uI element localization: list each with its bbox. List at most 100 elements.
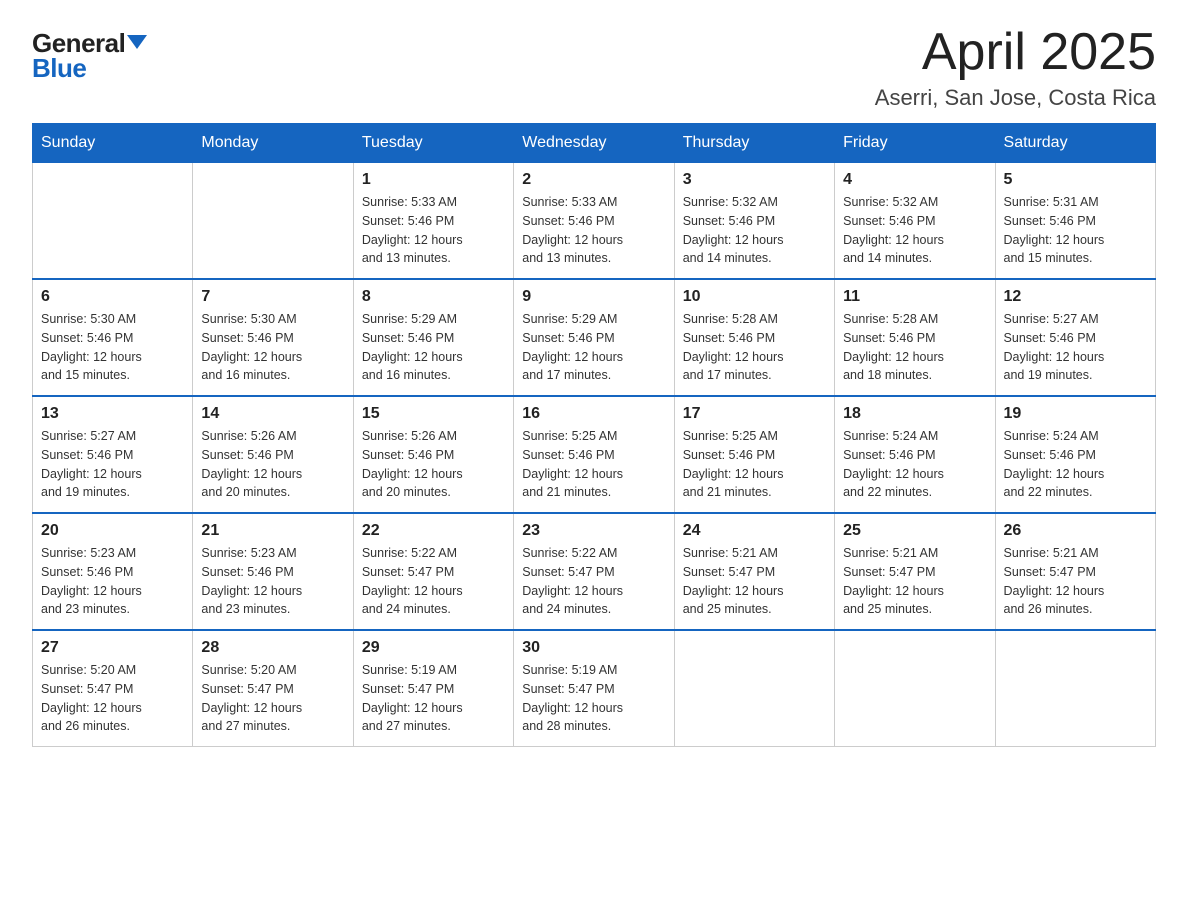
- logo-blue-text: Blue: [32, 53, 86, 84]
- day-info: Sunrise: 5:27 AM Sunset: 5:46 PM Dayligh…: [41, 427, 184, 502]
- day-info: Sunrise: 5:33 AM Sunset: 5:46 PM Dayligh…: [362, 193, 505, 268]
- calendar-cell: 12 Sunrise: 5:27 AM Sunset: 5:46 PM Dayli…: [995, 279, 1155, 396]
- day-number: 22: [362, 522, 505, 540]
- day-number: 14: [201, 405, 344, 423]
- day-number: 5: [1004, 171, 1147, 189]
- week-row-3: 13 Sunrise: 5:27 AM Sunset: 5:46 PM Dayli…: [33, 396, 1156, 513]
- calendar-cell: 25 Sunrise: 5:21 AM Sunset: 5:47 PM Dayli…: [835, 513, 995, 630]
- calendar-cell: 14 Sunrise: 5:26 AM Sunset: 5:46 PM Dayli…: [193, 396, 353, 513]
- calendar-cell: 6Sunrise: 5:30 AM Sunset: 5:46 PM Daylig…: [33, 279, 193, 396]
- day-number: 16: [522, 405, 665, 423]
- calendar-cell: 10Sunrise: 5:28 AM Sunset: 5:46 PM Dayli…: [674, 279, 834, 396]
- weekday-header-row: SundayMondayTuesdayWednesdayThursdayFrid…: [33, 124, 1156, 163]
- day-info: Sunrise: 5:24 AM Sunset: 5:46 PM Dayligh…: [1004, 427, 1147, 502]
- calendar-cell: 7 Sunrise: 5:30 AM Sunset: 5:46 PM Daylig…: [193, 279, 353, 396]
- weekday-header-tuesday: Tuesday: [353, 124, 513, 163]
- calendar-cell: 8 Sunrise: 5:29 AM Sunset: 5:46 PM Daylig…: [353, 279, 513, 396]
- calendar-cell: 28Sunrise: 5:20 AM Sunset: 5:47 PM Dayli…: [193, 630, 353, 747]
- day-info: Sunrise: 5:27 AM Sunset: 5:46 PM Dayligh…: [1004, 310, 1147, 385]
- calendar-cell: 19 Sunrise: 5:24 AM Sunset: 5:46 PM Dayli…: [995, 396, 1155, 513]
- day-info: Sunrise: 5:20 AM Sunset: 5:47 PM Dayligh…: [41, 661, 184, 736]
- day-number: 25: [843, 522, 986, 540]
- calendar-cell: 29Sunrise: 5:19 AM Sunset: 5:47 PM Dayli…: [353, 630, 513, 747]
- calendar-cell: 21Sunrise: 5:23 AM Sunset: 5:46 PM Dayli…: [193, 513, 353, 630]
- calendar-cell: [193, 163, 353, 280]
- day-number: 29: [362, 639, 505, 657]
- day-number: 13: [41, 405, 184, 423]
- logo: General Blue: [32, 24, 147, 84]
- calendar-cell: 9 Sunrise: 5:29 AM Sunset: 5:46 PM Daylig…: [514, 279, 674, 396]
- calendar-cell: 5 Sunrise: 5:31 AM Sunset: 5:46 PM Daylig…: [995, 163, 1155, 280]
- day-number: 11: [843, 288, 986, 306]
- weekday-header-sunday: Sunday: [33, 124, 193, 163]
- day-info: Sunrise: 5:25 AM Sunset: 5:46 PM Dayligh…: [683, 427, 826, 502]
- day-info: Sunrise: 5:19 AM Sunset: 5:47 PM Dayligh…: [522, 661, 665, 736]
- day-info: Sunrise: 5:20 AM Sunset: 5:47 PM Dayligh…: [201, 661, 344, 736]
- weekday-header-friday: Friday: [835, 124, 995, 163]
- day-info: Sunrise: 5:31 AM Sunset: 5:46 PM Dayligh…: [1004, 193, 1147, 268]
- day-info: Sunrise: 5:26 AM Sunset: 5:46 PM Dayligh…: [362, 427, 505, 502]
- day-number: 17: [683, 405, 826, 423]
- calendar-cell: 2 Sunrise: 5:33 AM Sunset: 5:46 PM Daylig…: [514, 163, 674, 280]
- day-number: 9: [522, 288, 665, 306]
- calendar-cell: [835, 630, 995, 747]
- day-number: 20: [41, 522, 184, 540]
- weekday-header-wednesday: Wednesday: [514, 124, 674, 163]
- week-row-1: 1 Sunrise: 5:33 AM Sunset: 5:46 PM Daylig…: [33, 163, 1156, 280]
- title-block: April 2025 Aserri, San Jose, Costa Rica: [875, 24, 1156, 111]
- calendar-cell: 24Sunrise: 5:21 AM Sunset: 5:47 PM Dayli…: [674, 513, 834, 630]
- day-number: 3: [683, 171, 826, 189]
- calendar-cell: 20Sunrise: 5:23 AM Sunset: 5:46 PM Dayli…: [33, 513, 193, 630]
- day-info: Sunrise: 5:29 AM Sunset: 5:46 PM Dayligh…: [362, 310, 505, 385]
- calendar-cell: 15Sunrise: 5:26 AM Sunset: 5:46 PM Dayli…: [353, 396, 513, 513]
- day-number: 12: [1004, 288, 1147, 306]
- day-number: 19: [1004, 405, 1147, 423]
- calendar-cell: 18 Sunrise: 5:24 AM Sunset: 5:46 PM Dayli…: [835, 396, 995, 513]
- day-number: 21: [201, 522, 344, 540]
- calendar-cell: 13 Sunrise: 5:27 AM Sunset: 5:46 PM Dayli…: [33, 396, 193, 513]
- calendar-cell: 17 Sunrise: 5:25 AM Sunset: 5:46 PM Dayli…: [674, 396, 834, 513]
- day-number: 2: [522, 171, 665, 189]
- calendar-cell: [995, 630, 1155, 747]
- day-info: Sunrise: 5:30 AM Sunset: 5:46 PM Dayligh…: [41, 310, 184, 385]
- calendar-cell: 27 Sunrise: 5:20 AM Sunset: 5:47 PM Dayli…: [33, 630, 193, 747]
- calendar-table: SundayMondayTuesdayWednesdayThursdayFrid…: [32, 123, 1156, 747]
- calendar-cell: [674, 630, 834, 747]
- day-info: Sunrise: 5:30 AM Sunset: 5:46 PM Dayligh…: [201, 310, 344, 385]
- day-number: 23: [522, 522, 665, 540]
- day-info: Sunrise: 5:32 AM Sunset: 5:46 PM Dayligh…: [683, 193, 826, 268]
- day-number: 8: [362, 288, 505, 306]
- day-info: Sunrise: 5:26 AM Sunset: 5:46 PM Dayligh…: [201, 427, 344, 502]
- day-number: 7: [201, 288, 344, 306]
- day-number: 18: [843, 405, 986, 423]
- calendar-cell: 22 Sunrise: 5:22 AM Sunset: 5:47 PM Dayli…: [353, 513, 513, 630]
- day-info: Sunrise: 5:22 AM Sunset: 5:47 PM Dayligh…: [362, 544, 505, 619]
- day-info: Sunrise: 5:29 AM Sunset: 5:46 PM Dayligh…: [522, 310, 665, 385]
- calendar-location: Aserri, San Jose, Costa Rica: [875, 85, 1156, 111]
- day-number: 4: [843, 171, 986, 189]
- calendar-cell: 11 Sunrise: 5:28 AM Sunset: 5:46 PM Dayli…: [835, 279, 995, 396]
- day-number: 27: [41, 639, 184, 657]
- calendar-cell: 26Sunrise: 5:21 AM Sunset: 5:47 PM Dayli…: [995, 513, 1155, 630]
- day-info: Sunrise: 5:21 AM Sunset: 5:47 PM Dayligh…: [843, 544, 986, 619]
- day-info: Sunrise: 5:28 AM Sunset: 5:46 PM Dayligh…: [843, 310, 986, 385]
- day-number: 10: [683, 288, 826, 306]
- calendar-cell: 3 Sunrise: 5:32 AM Sunset: 5:46 PM Daylig…: [674, 163, 834, 280]
- day-info: Sunrise: 5:21 AM Sunset: 5:47 PM Dayligh…: [683, 544, 826, 619]
- calendar-cell: 16 Sunrise: 5:25 AM Sunset: 5:46 PM Dayli…: [514, 396, 674, 513]
- day-number: 30: [522, 639, 665, 657]
- calendar-title: April 2025: [875, 24, 1156, 81]
- day-info: Sunrise: 5:33 AM Sunset: 5:46 PM Dayligh…: [522, 193, 665, 268]
- day-info: Sunrise: 5:24 AM Sunset: 5:46 PM Dayligh…: [843, 427, 986, 502]
- day-info: Sunrise: 5:22 AM Sunset: 5:47 PM Dayligh…: [522, 544, 665, 619]
- week-row-2: 6Sunrise: 5:30 AM Sunset: 5:46 PM Daylig…: [33, 279, 1156, 396]
- calendar-cell: 23 Sunrise: 5:22 AM Sunset: 5:47 PM Dayli…: [514, 513, 674, 630]
- day-info: Sunrise: 5:32 AM Sunset: 5:46 PM Dayligh…: [843, 193, 986, 268]
- calendar-cell: 30 Sunrise: 5:19 AM Sunset: 5:47 PM Dayli…: [514, 630, 674, 747]
- logo-triangle-icon: [127, 35, 147, 49]
- calendar-cell: [33, 163, 193, 280]
- week-row-5: 27 Sunrise: 5:20 AM Sunset: 5:47 PM Dayli…: [33, 630, 1156, 747]
- day-number: 1: [362, 171, 505, 189]
- calendar-cell: 1 Sunrise: 5:33 AM Sunset: 5:46 PM Daylig…: [353, 163, 513, 280]
- day-info: Sunrise: 5:25 AM Sunset: 5:46 PM Dayligh…: [522, 427, 665, 502]
